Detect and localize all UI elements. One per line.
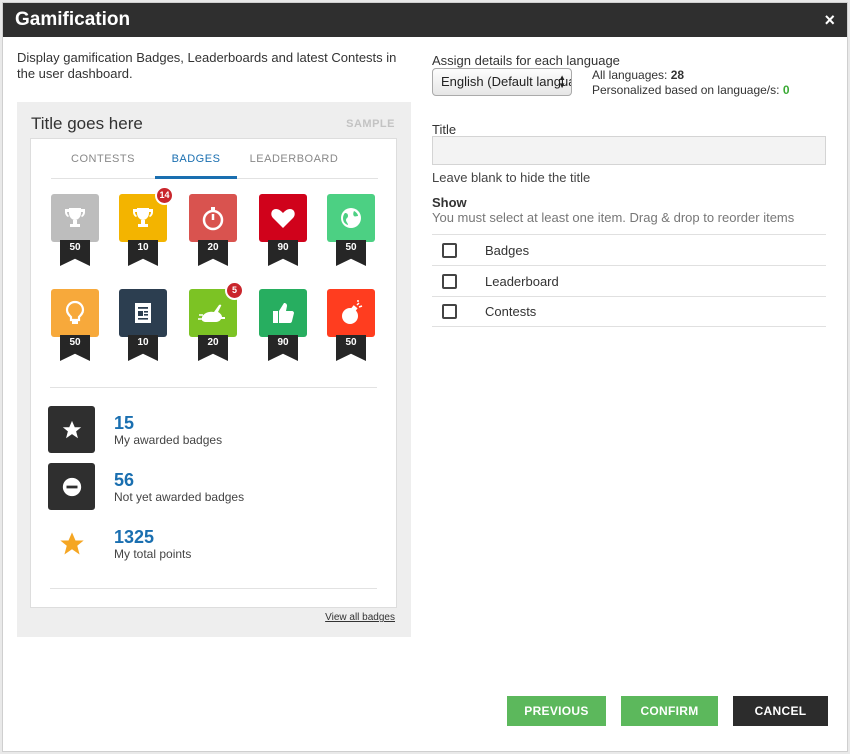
badges-checkbox[interactable]: [442, 242, 457, 258]
badge-lightbulb[interactable]: 50: [51, 289, 99, 361]
description-text: Display gamification Badges, Leaderboard…: [17, 50, 397, 81]
show-items-list: Badges Leaderboard Contests: [432, 234, 826, 327]
preview-title: Title goes here: [31, 114, 143, 133]
show-label: Show: [432, 195, 467, 210]
badge-value: 10: [128, 240, 158, 266]
description-area: Display gamification Badges, Leaderboard…: [17, 50, 411, 82]
divider: [50, 387, 377, 388]
preview-tabs: CONTESTS BADGES LEADERBOARD: [51, 139, 378, 179]
leaderboard-checkbox[interactable]: [442, 273, 457, 289]
show-item-leaderboard[interactable]: Leaderboard: [432, 265, 826, 296]
star-icon: [48, 406, 95, 453]
cancel-button[interactable]: CANCEL: [733, 696, 828, 726]
badge-value: 50: [60, 335, 90, 361]
preview-panel: Title goes here SAMPLE CONTESTS BADGES L…: [17, 102, 411, 637]
badge-tile: [327, 289, 375, 337]
all-languages-label: All languages:: [592, 68, 668, 82]
show-item-label: Badges: [485, 242, 530, 258]
badge-value: 50: [60, 240, 90, 266]
bomb-icon: [342, 300, 363, 324]
badge-count: 14: [155, 186, 174, 205]
stat-number: 1325: [114, 526, 155, 547]
badge-tile: [51, 289, 99, 337]
badge-globe[interactable]: 50: [327, 194, 375, 266]
lightbulb-icon: [65, 300, 85, 324]
heart-icon: [271, 209, 295, 228]
badge-stopwatch[interactable]: 20: [189, 194, 237, 266]
trophy-icon: [133, 208, 153, 227]
close-icon[interactable]: ×: [824, 10, 835, 31]
stat-not-awarded: 56 Not yet awarded badges: [48, 463, 244, 510]
badge-value: 20: [198, 335, 228, 361]
badge-rabbit[interactable]: 5 20: [189, 281, 244, 361]
badge-tile: [259, 289, 307, 337]
confirm-button[interactable]: CONFIRM: [621, 696, 718, 726]
badge-count: 5: [225, 281, 244, 300]
badge-document[interactable]: 10: [119, 289, 167, 361]
badges-card: CONTESTS BADGES LEADERBOARD 50 14 10 20: [30, 138, 397, 608]
badge-bomb[interactable]: 50: [327, 289, 375, 361]
personalized-label: Personalized based on language/s:: [592, 83, 780, 97]
minus-circle-icon: [48, 463, 95, 510]
stat-points: 1325 My total points: [48, 520, 191, 567]
show-hint: You must select at least one item. Drag …: [432, 210, 795, 225]
badge-tile: [51, 194, 99, 242]
contests-checkbox[interactable]: [442, 304, 457, 319]
divider: [50, 588, 377, 589]
badge-tile: 5: [189, 281, 244, 337]
badge-value: 50: [336, 335, 366, 361]
badge-tile: 14: [119, 186, 174, 242]
stat-label: Not yet awarded badges: [114, 489, 245, 504]
dialog-titlebar: Gamification ×: [3, 3, 847, 37]
stopwatch-icon: [202, 207, 224, 231]
trophy-icon: [65, 208, 85, 227]
badge-value: 50: [336, 240, 366, 266]
globe-icon: [341, 208, 361, 228]
stat-label: My awarded badges: [114, 432, 223, 447]
stat-label: My total points: [114, 546, 192, 561]
tab-contests[interactable]: CONTESTS: [51, 139, 155, 179]
stat-awarded: 15 My awarded badges: [48, 406, 222, 453]
badge-value: 10: [128, 335, 158, 361]
title-label: Title: [432, 122, 457, 137]
star-icon: [48, 520, 95, 567]
badge-tile: [119, 289, 167, 337]
assign-language-label: Assign details for each language: [432, 53, 620, 68]
badge-tile: [189, 194, 237, 242]
badge-heart[interactable]: 90: [259, 194, 307, 266]
stat-number: 56: [114, 469, 135, 490]
show-item-badges[interactable]: Badges: [432, 234, 826, 265]
stat-number: 15: [114, 412, 135, 433]
document-icon: [135, 303, 151, 323]
tab-badges[interactable]: BADGES: [155, 139, 237, 179]
show-item-label: Contests: [485, 304, 537, 319]
personalized-count: 0: [782, 83, 790, 97]
language-info: All languages: 28 Personalized based on …: [592, 68, 790, 98]
title-hint: Leave blank to hide the title: [432, 170, 591, 185]
title-input[interactable]: [432, 136, 826, 165]
badge-tile: [327, 194, 375, 242]
previous-button[interactable]: PREVIOUS: [507, 696, 606, 726]
view-all-badges-link[interactable]: View all badges: [325, 612, 395, 623]
show-item-contests[interactable]: Contests: [432, 296, 826, 327]
language-select[interactable]: English (Default language) ▲▼: [432, 68, 572, 96]
badge-value: 90: [268, 240, 298, 266]
dialog-title: Gamification: [15, 9, 131, 30]
sample-label: SAMPLE: [346, 118, 395, 130]
badge-trophy-gold[interactable]: 14 10: [119, 186, 174, 266]
select-arrows-icon: ▲ ▼: [558, 73, 566, 90]
tab-leaderboard[interactable]: LEADERBOARD: [237, 139, 351, 179]
language-select-value: English (Default language): [441, 74, 571, 89]
all-languages-count: 28: [670, 68, 685, 82]
badge-value: 90: [268, 335, 298, 361]
show-item-label: Leaderboard: [485, 273, 559, 289]
badge-thumbs-up[interactable]: 90: [259, 289, 307, 361]
thumbs-up-icon: [273, 303, 294, 323]
rabbit-icon: [198, 304, 225, 322]
badge-trophy-silver[interactable]: 50: [51, 194, 99, 266]
badge-tile: [259, 194, 307, 242]
badge-value: 20: [198, 240, 228, 266]
